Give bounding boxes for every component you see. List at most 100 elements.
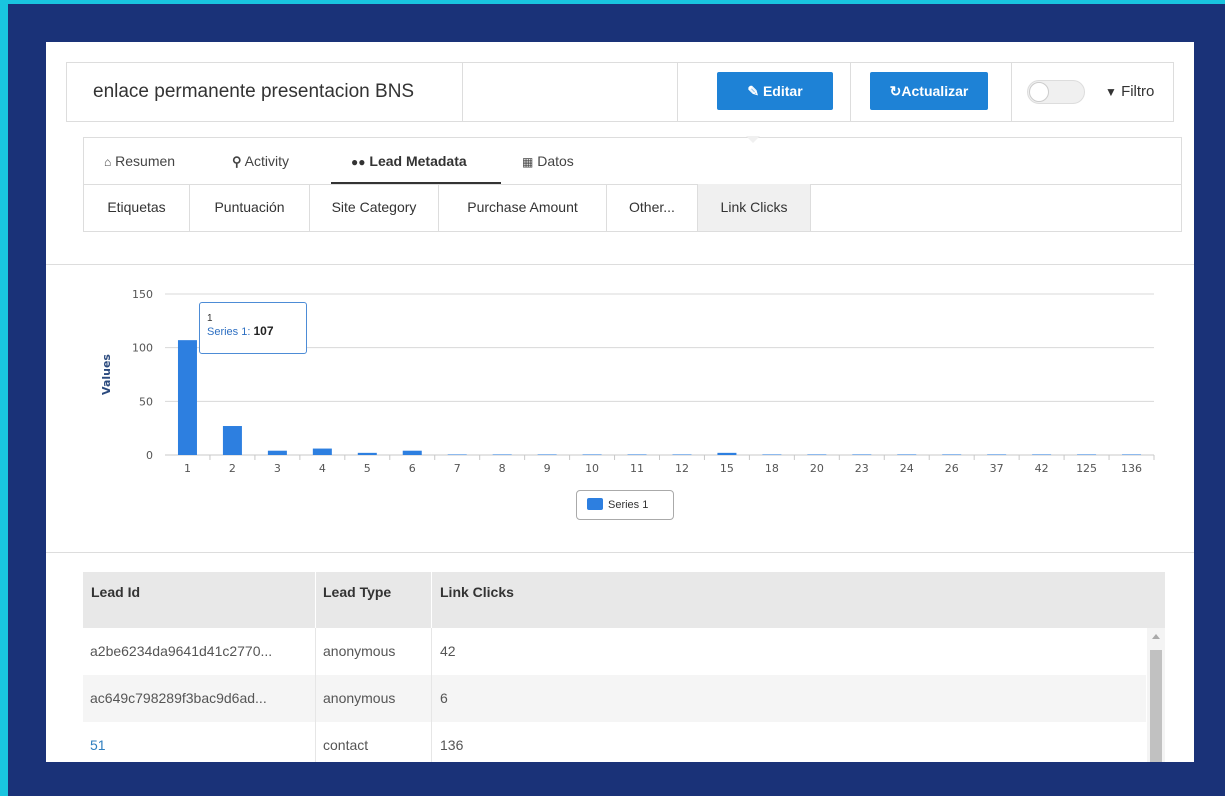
x-tick-label: 42 (1035, 462, 1049, 475)
bar (942, 454, 962, 455)
cell-link-clicks: 136 (440, 737, 464, 753)
subtab-link-clicks[interactable]: Link Clicks (698, 184, 811, 231)
cell-lead-id-link[interactable]: 51 (90, 722, 106, 762)
divider (850, 63, 851, 121)
cell-lead-id: ac649c798289f3bac9d6ad... (90, 690, 267, 706)
filter-button[interactable]: ▼ Filtro (1105, 63, 1154, 121)
cell-link-clicks: 42 (440, 643, 456, 659)
toggle-knob (1029, 82, 1049, 102)
sub-tabs: Etiquetas Puntuación Site Category Purch… (84, 184, 1181, 231)
x-tick-label: 37 (990, 462, 1004, 475)
refresh-icon: ↻ (889, 83, 902, 99)
bar (582, 454, 602, 455)
subtab-puntuacion[interactable]: Puntuación (190, 184, 310, 231)
y-tick-label: 50 (139, 395, 153, 408)
bar (402, 450, 422, 455)
bar (312, 448, 332, 455)
bar (897, 454, 917, 455)
x-tick-label: 1 (184, 462, 191, 475)
table-row[interactable]: ac649c798289f3bac9d6ad... anonymous 6 (83, 675, 1146, 722)
report-panel: enlace permanente presentacion BNS ✎ Edi… (46, 42, 1194, 762)
y-axis-label: Values (100, 354, 113, 395)
table-row[interactable]: 51 contact 136 (83, 722, 1146, 762)
tabs-container: ⌂ Resumen ⚲ Activity ●● Lead Metadata ▦ … (83, 137, 1182, 232)
subtab-etiquetas[interactable]: Etiquetas (84, 184, 190, 231)
tab-label: Resumen (115, 153, 176, 169)
y-tick-label: 150 (132, 288, 153, 301)
x-tick-label: 18 (765, 462, 779, 475)
table-row[interactable]: a2be6234da9641d41c2770... anonymous 42 (83, 628, 1146, 675)
tooltip-series: Series 1 (207, 326, 248, 338)
x-tick-label: 7 (454, 462, 461, 475)
legend-label: Series 1 (608, 499, 649, 511)
search-icon: ⚲ (232, 154, 242, 169)
bar (807, 454, 827, 455)
x-tick-label: 2 (229, 462, 236, 475)
funnel-icon: ▼ (1105, 85, 1117, 99)
page-title: enlace permanente presentacion BNS (67, 63, 463, 121)
tab-activity[interactable]: ⚲ Activity (232, 138, 289, 184)
cell-link-clicks: 6 (440, 690, 448, 706)
scroll-up-icon[interactable] (1152, 634, 1160, 639)
cell-lead-id: a2be6234da9641d41c2770... (90, 643, 273, 659)
column-divider (431, 628, 432, 675)
update-label: Actualizar (901, 83, 969, 99)
bar (762, 454, 782, 455)
edit-icon: ✎ (747, 83, 760, 99)
x-tick-label: 5 (364, 462, 371, 475)
subtab-other[interactable]: Other... (607, 184, 698, 231)
filter-toggle[interactable] (1027, 80, 1085, 104)
column-divider (315, 675, 316, 722)
bar (672, 454, 692, 455)
bar (267, 450, 287, 455)
column-divider (315, 722, 316, 762)
tab-datos[interactable]: ▦ Datos (522, 138, 574, 184)
tab-label: Activity (244, 153, 289, 169)
tab-label: Datos (537, 153, 574, 169)
divider (1011, 63, 1012, 121)
tab-lead-metadata[interactable]: ●● Lead Metadata (331, 138, 501, 184)
tab-resumen[interactable]: ⌂ Resumen (104, 138, 175, 184)
chart-tooltip: 1 Series 1: 107 (199, 302, 307, 354)
column-link-clicks[interactable]: Link Clicks (440, 572, 514, 608)
column-lead-type[interactable]: Lead Type (323, 572, 391, 608)
edit-label: Editar (762, 83, 803, 99)
x-tick-label: 10 (585, 462, 599, 475)
bar (627, 454, 647, 455)
column-divider (315, 628, 316, 675)
x-tick-label: 125 (1076, 462, 1097, 475)
tab-label: Lead Metadata (369, 153, 467, 169)
table-header: Lead Id Lead Type Link Clicks (83, 572, 1165, 628)
table-scrollbar[interactable] (1147, 628, 1165, 762)
x-tick-label: 12 (675, 462, 689, 475)
cell-lead-type: contact (323, 737, 369, 753)
x-tick-label: 26 (945, 462, 959, 475)
cell-lead-type: anonymous (323, 690, 396, 706)
column-divider (431, 572, 432, 628)
home-icon: ⌂ (104, 155, 112, 169)
frame-edge (0, 0, 8, 796)
table-icon: ▦ (522, 155, 534, 169)
subtab-purchase-amount[interactable]: Purchase Amount (439, 184, 607, 231)
column-lead-id[interactable]: Lead Id (91, 572, 140, 608)
subtab-site-category[interactable]: Site Category (310, 184, 439, 231)
bar (717, 452, 737, 455)
edit-button[interactable]: ✎ Editar (717, 72, 833, 110)
divider (46, 552, 1194, 553)
scrollbar-thumb[interactable] (1150, 650, 1162, 762)
x-tick-label: 136 (1121, 462, 1142, 475)
bar (177, 340, 197, 455)
update-button[interactable]: ↻Actualizar (870, 72, 988, 110)
chart-legend[interactable]: Series 1 (576, 490, 674, 520)
divider (46, 264, 1194, 265)
x-tick-label: 4 (319, 462, 326, 475)
legend-swatch (587, 498, 603, 510)
column-divider (431, 722, 432, 762)
column-divider (315, 572, 316, 628)
tooltip-value: 107 (253, 324, 274, 338)
x-tick-label: 23 (855, 462, 869, 475)
users-icon: ●● (351, 155, 366, 169)
bar (852, 454, 872, 455)
x-tick-label: 9 (544, 462, 551, 475)
bar (537, 454, 557, 455)
